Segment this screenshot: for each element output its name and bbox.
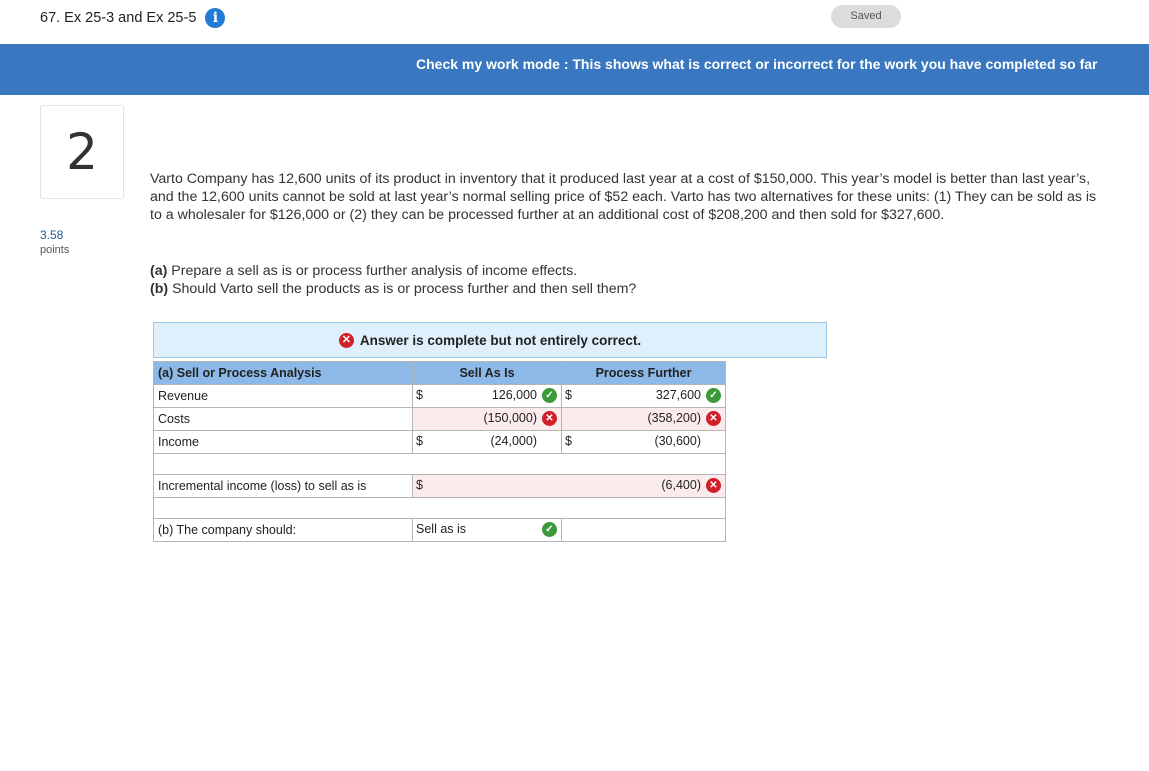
table-header-row: (a) Sell or Process Analysis Sell As Is … xyxy=(153,361,726,385)
table-row-income: Income $ (24,000) $ (30,600) xyxy=(153,430,726,454)
task-b-label: (b) xyxy=(150,281,169,297)
check-circle-icon: ✓ xyxy=(542,522,557,537)
costs-sell-as-is-input[interactable]: (150,000) ✕ xyxy=(412,407,562,431)
task-a-text: Prepare a sell as is or process further … xyxy=(167,263,578,279)
task-b-text: Should Varto sell the products as is or … xyxy=(168,281,637,297)
revenue-sell-as-is-value: 126,000 xyxy=(491,388,537,402)
revenue-process-further-value: 327,600 xyxy=(655,388,701,402)
currency-symbol: $ xyxy=(565,434,572,448)
saved-status-badge: Saved xyxy=(831,5,901,28)
x-circle-icon: ✕ xyxy=(542,411,557,426)
costs-process-further-input[interactable]: (358,200) ✕ xyxy=(561,407,726,431)
row-label-costs: Costs xyxy=(153,407,413,431)
income-sell-as-is-cell: $ (24,000) xyxy=(412,430,562,454)
revenue-process-further-input[interactable]: $ 327,600 ✓ xyxy=(561,384,726,408)
incremental-income-input[interactable]: $ (6,400) ✕ xyxy=(412,474,726,498)
question-number: 2 xyxy=(40,105,124,199)
banner-text: Check my work mode : This shows what is … xyxy=(416,56,1098,72)
check-circle-icon: ✓ xyxy=(706,388,721,403)
sell-or-process-table: (a) Sell or Process Analysis Sell As Is … xyxy=(153,361,726,542)
currency-symbol: $ xyxy=(565,388,572,402)
info-icon[interactable]: i xyxy=(205,8,226,28)
header-sell-as-is: Sell As Is xyxy=(412,361,562,385)
income-process-further-value: (30,600) xyxy=(654,434,701,448)
table-row-revenue: Revenue $ 126,000 ✓ $ 327,600 ✓ xyxy=(153,384,726,408)
header-analysis: (a) Sell or Process Analysis xyxy=(153,361,413,385)
table-spacer-row xyxy=(153,453,726,475)
check-circle-icon: ✓ xyxy=(542,388,557,403)
question-title-text: 67. Ex 25-3 and Ex 25-5 xyxy=(40,10,197,26)
x-circle-icon: ✕ xyxy=(706,478,721,493)
task-a-label: (a) xyxy=(150,263,168,279)
costs-process-further-value: (358,200) xyxy=(647,411,701,425)
answer-status-text: Answer is complete but not entirely corr… xyxy=(359,332,642,348)
company-should-value: Sell as is xyxy=(416,522,467,536)
points-label: points xyxy=(40,244,70,256)
income-process-further-cell: $ (30,600) xyxy=(561,430,726,454)
problem-text: Varto Company has 12,600 units of its pr… xyxy=(150,171,1097,223)
spacer-cell xyxy=(153,497,726,519)
table-spacer-row xyxy=(153,497,726,519)
table-row-costs: Costs (150,000) ✕ (358,200) ✕ xyxy=(153,407,726,431)
empty-cell xyxy=(561,518,726,542)
problem-statement: Varto Company has 12,600 units of its pr… xyxy=(150,170,1100,224)
income-sell-as-is-value: (24,000) xyxy=(490,434,537,448)
x-circle-icon: ✕ xyxy=(706,411,721,426)
company-should-select[interactable]: Sell as is ✓ xyxy=(412,518,562,542)
currency-symbol: $ xyxy=(416,478,423,492)
check-my-work-banner: Check my work mode : This shows what is … xyxy=(0,44,1149,95)
revenue-sell-as-is-input[interactable]: $ 126,000 ✓ xyxy=(412,384,562,408)
currency-symbol: $ xyxy=(416,434,423,448)
answer-status-banner: ✕ Answer is complete but not entirely co… xyxy=(153,322,827,358)
spacer-cell xyxy=(153,453,726,475)
row-label-revenue: Revenue xyxy=(153,384,413,408)
row-label-income: Income xyxy=(153,430,413,454)
currency-symbol: $ xyxy=(416,388,423,402)
header-process-further: Process Further xyxy=(561,361,726,385)
incremental-income-value: (6,400) xyxy=(661,478,701,492)
task-list: (a) Prepare a sell as is or process furt… xyxy=(150,262,636,298)
x-circle-icon: ✕ xyxy=(338,332,354,348)
table-row-incremental: Incremental income (loss) to sell as is … xyxy=(153,474,726,498)
points-value: 3.58 xyxy=(40,228,64,242)
row-label-incremental: Incremental income (loss) to sell as is xyxy=(153,474,413,498)
top-bar: 67. Ex 25-3 and Ex 25-5 i Saved xyxy=(0,0,1149,44)
costs-sell-as-is-value: (150,000) xyxy=(483,411,537,425)
task-b: (b) Should Varto sell the products as is… xyxy=(150,280,636,298)
table-row-part-b: (b) The company should: Sell as is ✓ xyxy=(153,518,726,542)
row-label-part-b: (b) The company should: xyxy=(153,518,413,542)
task-a: (a) Prepare a sell as is or process furt… xyxy=(150,262,636,280)
question-title: 67. Ex 25-3 and Ex 25-5 i xyxy=(40,8,226,28)
